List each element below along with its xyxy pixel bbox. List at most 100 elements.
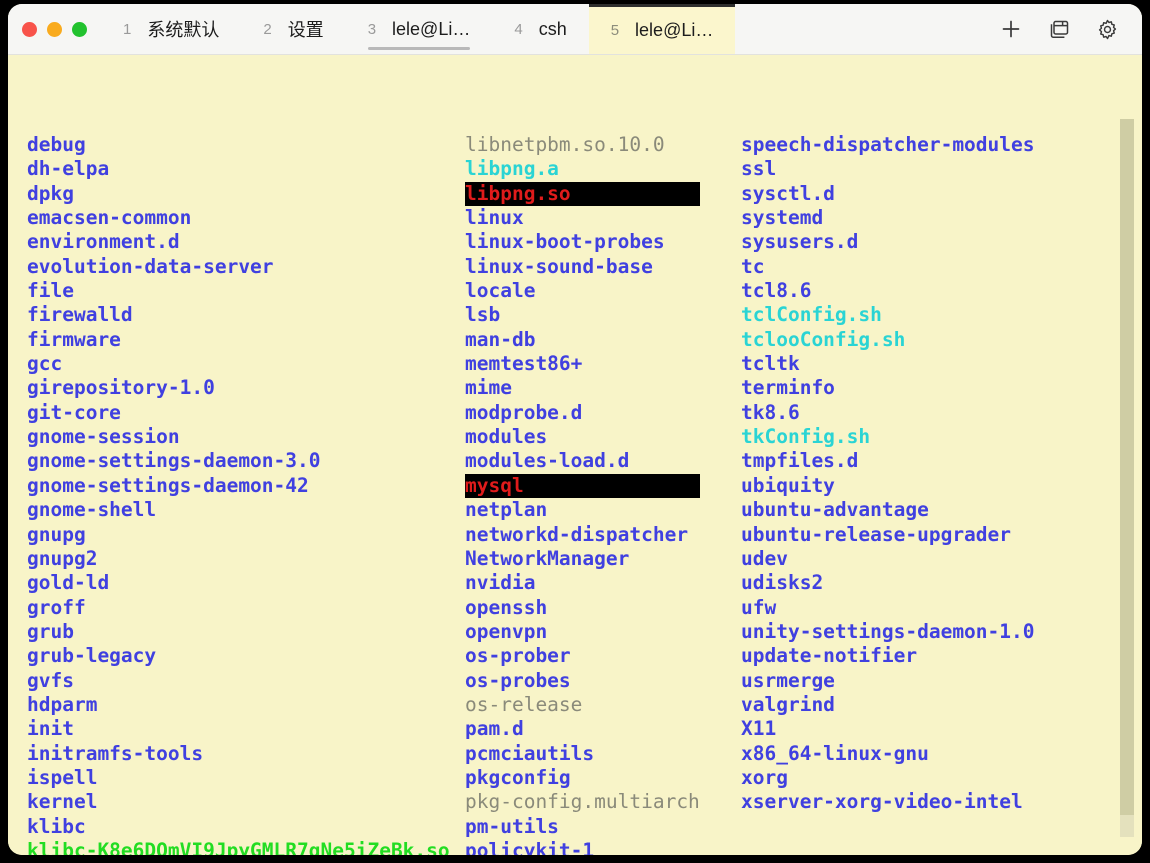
listing-entry: update-notifier — [741, 644, 918, 668]
listing-entry: ssl — [741, 157, 777, 181]
listing-entry: xserver-xorg-video-intel — [741, 790, 1023, 814]
listing-entry: init — [27, 717, 74, 741]
listing-entry: emacsen-common — [27, 206, 192, 230]
listing-entry: tcltk — [741, 352, 800, 376]
title-tab-bar: 1 系统默认 2 设置 3 lele@Li… 4 csh 5 lele@Li… — [8, 4, 1142, 55]
listing-entry: gnome-session — [27, 425, 180, 449]
listing-entry: ubuntu-release-upgrader — [741, 522, 1012, 546]
listing-entry: groff — [27, 595, 86, 619]
new-tab-button[interactable] — [990, 8, 1032, 50]
listing-entry: evolution-data-server — [27, 254, 274, 278]
tab-toolbar — [982, 4, 1142, 54]
listing-entry: xorg — [741, 765, 788, 789]
listing-entry: man-db — [465, 327, 536, 351]
listing-entry: terminfo — [741, 376, 835, 400]
listing-entry: unity-settings-daemon-1.0 — [741, 619, 1035, 643]
tab-2[interactable]: 2 设置 — [241, 4, 345, 54]
listing-entry: modprobe.d — [465, 400, 583, 424]
listing-entry: pcmciautils — [465, 741, 595, 765]
terminal-window: 1 系统默认 2 设置 3 lele@Li… 4 csh 5 lele@Li… — [8, 4, 1142, 855]
listing-entry: libpng.so — [465, 181, 700, 207]
listing-entry: usrmerge — [741, 668, 835, 692]
listing-entry: NetworkManager — [465, 546, 630, 570]
scrollbar-thumb[interactable] — [1120, 119, 1134, 815]
listing-entry: memtest86+ — [465, 352, 583, 376]
listing-entry: gnome-settings-daemon-3.0 — [27, 449, 321, 473]
tab-label: 系统默认 — [147, 20, 220, 40]
listing-entry: firmware — [27, 327, 121, 351]
listing-entry: pm-utils — [465, 814, 559, 838]
listing-entry: tclConfig.sh — [741, 303, 882, 327]
listing-entry: mysql — [465, 473, 700, 499]
tab-number: 5 — [610, 22, 620, 39]
tab-1[interactable]: 1 系统默认 — [101, 4, 241, 54]
tab-5[interactable]: 5 lele@Li… — [588, 4, 736, 54]
listing-entry: firewalld — [27, 303, 133, 327]
listing-entry: modules — [465, 425, 548, 449]
listing-entry: linux-boot-probes — [465, 230, 665, 254]
listing-entry: tmpfiles.d — [741, 449, 859, 473]
listing-entry: ispell — [27, 765, 98, 789]
listing-entry: girepository-1.0 — [27, 376, 215, 400]
listing-entry: tcl8.6 — [741, 279, 812, 303]
tab-number: 4 — [514, 20, 523, 38]
listing-entry: initramfs-tools — [27, 741, 204, 765]
listing-entry: openssh — [465, 595, 548, 619]
listing-entry: klibc — [27, 814, 86, 838]
listing-entry: ubiquity — [741, 473, 835, 497]
listing-entry: mime — [465, 376, 512, 400]
listing-entry: ufw — [741, 595, 777, 619]
listing-entry: linux-sound-base — [465, 254, 653, 278]
listing-entry: nvidia — [465, 571, 536, 595]
scrollbar-track-tail[interactable] — [1120, 815, 1134, 837]
listing-entry: grub — [27, 619, 74, 643]
close-button[interactable] — [22, 21, 37, 37]
tab-label: lele@Li… — [635, 20, 714, 40]
listing-column-1: debug dh-elpa dpkg emacsen-common environmen… — [27, 133, 450, 855]
tab-4[interactable]: 4 csh — [492, 4, 588, 54]
listing-entry: linux — [465, 206, 524, 230]
split-pane-button[interactable] — [1038, 8, 1080, 50]
listing-entry: tclooConfig.sh — [741, 327, 906, 351]
listing-entry: grub-legacy — [27, 644, 157, 668]
listing-entry: kernel — [27, 790, 98, 814]
listing-entry: dpkg — [27, 181, 74, 205]
listing-entry: pkg-config.multiarch — [465, 790, 700, 814]
listing-entry: tkConfig.sh — [741, 425, 871, 449]
listing-entry: gnome-settings-daemon-42 — [27, 473, 309, 497]
listing-entry: os-prober — [465, 644, 571, 668]
listing-entry: gnome-shell — [27, 498, 157, 522]
window-controls — [8, 4, 101, 54]
listing-column-2: libnetpbm.so.10.0 libpng.a libpng.so linux l… — [465, 133, 700, 855]
listing-entry: lsb — [465, 303, 501, 327]
zoom-button[interactable] — [72, 21, 87, 37]
listing-entry: gcc — [27, 352, 63, 376]
listing-entry: hdparm — [27, 692, 98, 716]
listing-entry: os-probes — [465, 668, 571, 692]
tab-strip: 1 系统默认 2 设置 3 lele@Li… 4 csh 5 lele@Li… — [101, 4, 982, 54]
settings-button[interactable] — [1086, 8, 1128, 50]
listing-entry: pkgconfig — [465, 765, 571, 789]
tab-3[interactable]: 3 lele@Li… — [346, 4, 493, 54]
tab-number: 1 — [123, 20, 132, 38]
listing-entry: klibc-K8e6DOmVI9JpyGMLR7qNe5iZeBk.so — [27, 838, 450, 855]
tab-label: 设置 — [287, 20, 324, 40]
listing-entry: valgrind — [741, 692, 835, 716]
listing-entry: environment.d — [27, 230, 180, 254]
listing-entry: locale — [465, 279, 536, 303]
terminal-screen[interactable]: debug dh-elpa dpkg emacsen-common environmen… — [8, 55, 1142, 855]
tab-number: 2 — [263, 20, 272, 38]
listing-entry: libnetpbm.so.10.0 — [465, 133, 665, 156]
listing-entry: gnupg — [27, 522, 86, 546]
vertical-scrollbar[interactable] — [1120, 119, 1134, 837]
listing-entry: netplan — [465, 498, 548, 522]
listing-entry: os-release — [465, 692, 583, 716]
listing-entry: libpng.a — [465, 157, 559, 181]
listing-entry: X11 — [741, 717, 777, 741]
listing-entry: udev — [741, 546, 788, 570]
listing-column-3: speech-dispatcher-modules ssl sysctl.d syst… — [741, 133, 1035, 815]
split-pane-icon — [1047, 17, 1071, 41]
listing-entry: openvpn — [465, 619, 548, 643]
listing-entry: x86_64-linux-gnu — [741, 741, 929, 765]
minimize-button[interactable] — [47, 21, 62, 37]
